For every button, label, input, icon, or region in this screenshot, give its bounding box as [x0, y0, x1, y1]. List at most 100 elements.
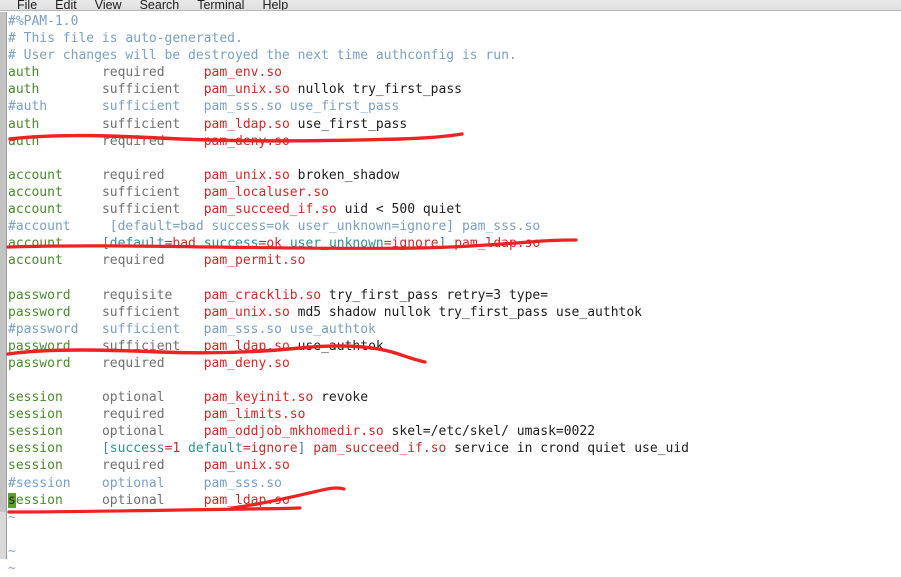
editor-token: default — [109, 236, 165, 252]
editor-token: pam_ldap.so — [203, 338, 290, 354]
editor-token — [39, 82, 102, 97]
editor-token: requisite — [101, 287, 173, 303]
editor-line: account required pam_permit.so — [8, 252, 901, 269]
editor-token: sufficient — [101, 184, 181, 200]
editor-token: pam_localuser.so — [203, 184, 329, 200]
editor-token: required — [101, 133, 165, 149]
editor-token — [63, 202, 102, 217]
editor-token: pam_ldap.so — [454, 236, 541, 252]
editor-token: pam_cracklib.so — [203, 287, 322, 303]
menu-list: File Edit View Search Terminal Help — [0, 0, 901, 10]
menu-item-help[interactable]: Help — [253, 0, 297, 10]
editor-text-area[interactable]: #%PAM-1.0 # This file is auto-generated. #… — [8, 12, 901, 576]
editor-token — [63, 168, 102, 183]
editor-token: pam_unix.so — [203, 304, 290, 320]
editor-token — [172, 288, 203, 303]
editor-token — [71, 356, 102, 371]
editor-token: # User changes will be destroyed the nex… — [8, 48, 517, 64]
editor-token — [165, 356, 204, 371]
editor-token: ~ — [8, 509, 16, 525]
editor-token: success — [203, 236, 259, 252]
editor-token: user_unknown — [289, 236, 384, 252]
menu-item-edit[interactable]: Edit — [46, 0, 86, 10]
editor-token: =bad — [164, 236, 196, 252]
editor-token — [71, 288, 102, 303]
editor-token — [71, 339, 102, 354]
editor-token: required — [101, 167, 165, 183]
editor-token — [63, 185, 102, 200]
editor-token — [165, 168, 204, 183]
menu-item-view[interactable]: View — [86, 0, 131, 10]
editor-token: sufficient — [101, 116, 181, 132]
editor-token — [63, 458, 102, 473]
editor-token — [165, 253, 204, 268]
editor-token — [180, 339, 203, 354]
editor-token: pam_unix.so — [203, 82, 290, 98]
editor-token: nullok try_first_pass — [289, 82, 462, 98]
editor-line: #session optional pam_sss.so — [8, 475, 901, 492]
editor-token — [63, 253, 102, 268]
editor-token: pam_unix.so — [203, 458, 290, 474]
editor-token: password — [8, 304, 71, 320]
editor-token: auth — [8, 65, 40, 81]
editor-token: pam_limits.so — [203, 407, 306, 423]
menu-item-search[interactable]: Search — [131, 0, 189, 10]
editor-token — [180, 117, 203, 132]
editor-token: =ignore — [242, 441, 298, 457]
editor-token: password — [8, 355, 71, 371]
editor-token: sufficient — [101, 338, 181, 354]
terminal-pane[interactable]: #%PAM-1.0 # This file is auto-generated. #… — [0, 12, 901, 576]
editor-token: sufficient — [101, 304, 181, 320]
editor-line: #auth sufficient pam_sss.so use_first_pa… — [8, 98, 901, 115]
menu-item-terminal[interactable]: Terminal — [188, 0, 253, 10]
editor-token — [165, 134, 204, 149]
editor-token: optional — [101, 390, 165, 406]
editor-token — [39, 134, 102, 149]
editor-token: session — [8, 458, 63, 474]
editor-line: password requisite pam_cracklib.so try_f… — [8, 287, 901, 304]
editor-line: # User changes will be destroyed the nex… — [8, 47, 901, 64]
editor-token — [180, 202, 203, 217]
editor-token: #account [default=bad success=ok user_un… — [8, 219, 541, 235]
editor-token: account — [8, 236, 63, 252]
editor-token: revoke — [313, 390, 369, 406]
editor-line: #%PAM-1.0 — [8, 13, 901, 30]
editor-token: pam_succeed_if.so — [203, 202, 337, 218]
editor-token: auth — [8, 116, 40, 132]
terminal-scrollbar[interactable] — [0, 12, 7, 559]
editor-token — [180, 305, 203, 320]
editor-token: use_authtok — [289, 338, 384, 354]
editor-token: pam_succeed_if.so — [313, 441, 447, 457]
editor-token — [196, 236, 204, 251]
editor-token: broken_shadow — [289, 167, 400, 183]
editor-line: session optional pam_keyinit.so revoke — [8, 389, 901, 406]
editor-line: ~ — [8, 560, 901, 577]
editor-token: service in crond quiet use_uid — [446, 441, 689, 457]
editor-line: session required pam_limits.so — [8, 406, 901, 423]
scrollbar-thumb[interactable] — [0, 12, 6, 512]
editor-token: ession — [15, 492, 63, 508]
editor-token: =1 — [164, 441, 181, 457]
editor-line: account [default=bad success=ok user_unk… — [8, 235, 901, 252]
editor-line: password required pam_deny.so — [8, 355, 901, 372]
editor-token — [446, 236, 454, 251]
editor-token: pam_ldap.so — [203, 116, 290, 132]
editor-line: auth required pam_env.so — [8, 64, 901, 81]
terminal-window: File Edit View Search Terminal Help #%PA… — [0, 0, 901, 576]
menu-item-file[interactable]: File — [8, 0, 46, 10]
editor-line: account required pam_unix.so broken_shad… — [8, 167, 901, 184]
editor-token — [63, 390, 102, 405]
editor-line: ~ — [8, 543, 901, 560]
editor-token: account — [8, 184, 63, 200]
editor-token: pam_permit.so — [203, 253, 306, 269]
editor-line: session optional pam_oddjob_mkhomedir.so… — [8, 423, 901, 440]
editor-token: pam_env.so — [203, 65, 282, 81]
editor-token — [39, 117, 102, 132]
editor-token — [180, 82, 203, 97]
editor-token — [63, 441, 102, 456]
editor-token — [63, 493, 102, 508]
editor-line: session required pam_unix.so — [8, 457, 901, 474]
text-cursor: s — [8, 492, 16, 508]
